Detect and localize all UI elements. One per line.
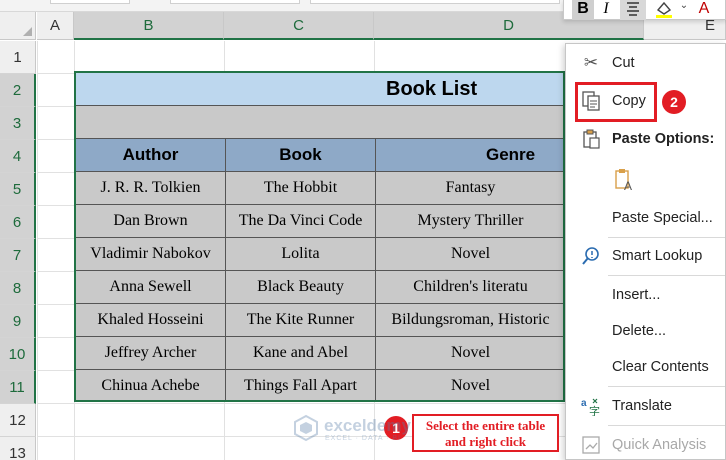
table-title: Book List (386, 77, 478, 100)
row-header-8[interactable]: 8 (0, 272, 36, 305)
bold-button[interactable]: B (572, 0, 594, 20)
menu-item-cut[interactable]: ✂ Cut (566, 46, 725, 80)
table-title-cell: Book List (76, 73, 563, 106)
table-cell[interactable]: Bildungsroman, Historic (376, 304, 563, 337)
table-cell[interactable]: Anna Sewell (76, 271, 226, 304)
table-cell[interactable]: The Kite Runner (226, 304, 376, 337)
exceldemy-watermark: exceldemy EXCEL · DATA · BI (292, 414, 411, 444)
select-all-button[interactable] (0, 12, 36, 40)
row-header-11[interactable]: 11 (0, 371, 36, 404)
name-box[interactable] (50, 0, 130, 4)
menu-item-clear-contents[interactable]: Clear Contents (566, 350, 725, 384)
header-book: Book (226, 139, 376, 172)
menu-item-paste-special[interactable]: Paste Special... (566, 201, 725, 235)
watermark-name: exceldemy (324, 416, 411, 435)
chevron-down-icon[interactable]: ⌄ (678, 0, 690, 20)
column-header-c[interactable]: C (224, 12, 374, 40)
column-header-a[interactable]: A (37, 12, 74, 40)
step-badge-2: 2 (662, 90, 686, 114)
header-genre: Genre (376, 139, 563, 172)
quick-analysis-icon (580, 434, 602, 456)
svg-text:字: 字 (589, 404, 600, 416)
menu-item-delete[interactable]: Delete... (566, 314, 725, 348)
menu-item-translate[interactable]: a字 Translate (566, 389, 725, 423)
table-cell[interactable]: Fantasy (376, 172, 563, 205)
row-header-7[interactable]: 7 (0, 239, 36, 272)
table-cell[interactable]: The Hobbit (226, 172, 376, 205)
row-header-2[interactable]: 2 (0, 74, 36, 107)
row-header-1[interactable]: 1 (0, 41, 36, 74)
table-cell[interactable]: The Da Vinci Code (226, 205, 376, 238)
table-cell[interactable]: Chinua Achebe (76, 370, 226, 400)
formula-input-extended[interactable] (310, 0, 560, 4)
watermark-tagline: EXCEL · DATA · BI (325, 435, 401, 442)
row-header-6[interactable]: 6 (0, 206, 36, 239)
fill-color-icon (656, 1, 672, 18)
svg-text:a: a (581, 398, 587, 409)
formula-input[interactable] (170, 0, 300, 4)
table-cell[interactable]: Mystery Thriller (376, 205, 563, 238)
row-header-4[interactable]: 4 (0, 140, 36, 173)
column-header-b[interactable]: B (74, 12, 224, 40)
table-cell[interactable]: Khaled Hosseini (76, 304, 226, 337)
table-cell[interactable]: Vladimir Nabokov (76, 238, 226, 271)
row-header-12[interactable]: 12 (0, 404, 36, 437)
mini-toolbar: B I ⌄ A (563, 0, 726, 20)
table-cell[interactable]: Children's literatu (376, 271, 563, 304)
italic-button[interactable]: I (598, 0, 614, 20)
table-cell[interactable]: Novel (376, 238, 563, 271)
table-cell[interactable]: Lolita (226, 238, 376, 271)
row-header-5[interactable]: 5 (0, 173, 36, 206)
table-cell[interactable]: Dan Brown (76, 205, 226, 238)
svg-text:A: A (624, 179, 632, 192)
center-align-icon (627, 2, 639, 16)
row-header-3[interactable]: 3 (0, 107, 36, 140)
scissors-icon: ✂ (583, 53, 599, 72)
table-cell[interactable]: Things Fall Apart (226, 370, 376, 400)
clipboard-icon (580, 128, 602, 150)
row-header-10[interactable]: 10 (0, 338, 36, 371)
paste-option-keep-formatting[interactable]: A (566, 162, 725, 198)
menu-item-smart-lookup[interactable]: Smart Lookup (566, 239, 725, 273)
translate-icon: a字 (580, 395, 602, 417)
table-cell[interactable]: Jeffrey Archer (76, 337, 226, 370)
instruction-note: Select the entire table and right click (412, 414, 559, 452)
font-color-button[interactable]: A (694, 0, 714, 20)
fill-color-button[interactable] (652, 0, 678, 20)
table-cell[interactable]: Black Beauty (226, 271, 376, 304)
header-author: Author (76, 139, 226, 172)
row-header-13[interactable]: 13 (0, 437, 36, 460)
menu-item-paste-options: Paste Options: (566, 122, 725, 156)
smart-lookup-icon (580, 245, 602, 267)
table-cell[interactable]: Kane and Abel (226, 337, 376, 370)
table-cell[interactable]: Novel (376, 370, 563, 400)
exceldemy-logo-icon (294, 414, 318, 442)
menu-item-insert[interactable]: Insert... (566, 278, 725, 312)
empty-row (76, 106, 563, 139)
book-list-table[interactable]: Book List Author Book Genre J. R. R. Tol… (74, 71, 565, 402)
table-cell[interactable]: J. R. R. Tolkien (76, 172, 226, 205)
center-align-button[interactable] (620, 0, 646, 20)
row-header-9[interactable]: 9 (0, 305, 36, 338)
table-cell[interactable]: Novel (376, 337, 563, 370)
copy-highlight-box (575, 82, 657, 122)
paste-keep-formatting-icon: A (614, 169, 636, 192)
menu-item-quick-analysis[interactable]: Quick Analysis (566, 428, 725, 460)
